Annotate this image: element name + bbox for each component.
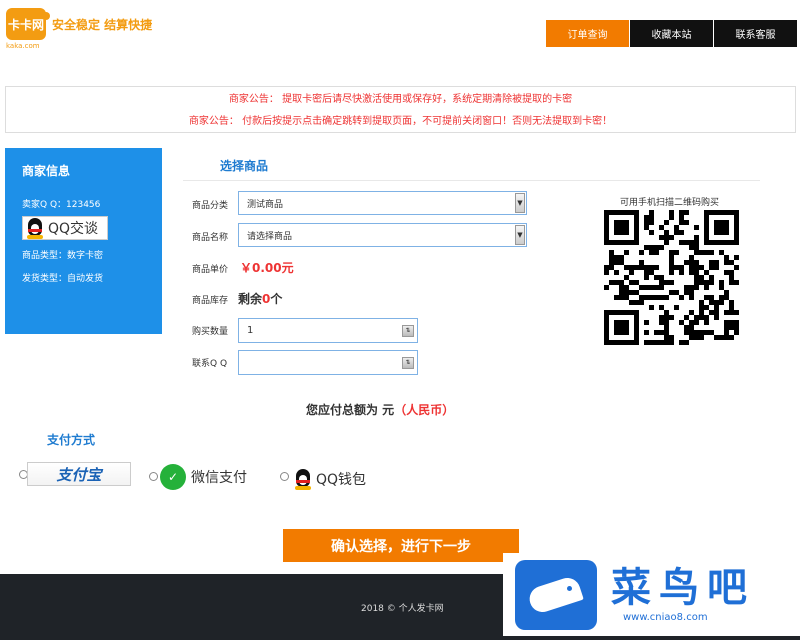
stock-label: 商品库存 bbox=[192, 296, 229, 306]
watermark-url: www.cniao8.com bbox=[623, 612, 708, 623]
qqwallet-label: QQ钱包 bbox=[316, 472, 367, 488]
product-name-select[interactable]: 请选择商品 ▼ bbox=[238, 223, 527, 247]
delivery-type: 发货类型：自动发货 bbox=[22, 274, 104, 284]
confirm-next-button[interactable]: 确认选择，进行下一步 bbox=[283, 529, 519, 562]
qq-wallet-option[interactable]: QQ钱包 bbox=[292, 468, 366, 490]
stock-value: 剩余0个 bbox=[238, 290, 282, 307]
total-prefix: 您应付总额为 元 bbox=[306, 403, 395, 417]
notice-line-2: 商家公告： 付款后按提示点击确定跳转到提取页面，不可提前关闭窗口！否则无法提取到… bbox=[188, 116, 613, 127]
qq-chat-button[interactable]: QQ交谈 bbox=[22, 216, 108, 240]
chevron-down-icon: ▼ bbox=[515, 225, 525, 245]
qr-caption: 可用手机扫描二维码购买 bbox=[620, 198, 720, 208]
quantity-input[interactable]: 1 ⇅ bbox=[238, 318, 418, 343]
total-currency: （人民币） bbox=[394, 403, 455, 417]
qq-penguin-icon bbox=[292, 468, 314, 490]
section-divider bbox=[183, 180, 760, 181]
quantity-value: 1 bbox=[247, 325, 254, 336]
top-nav: 订单查询 收藏本站 联系客服 bbox=[546, 20, 797, 47]
product-type: 商品类型：数字卡密 bbox=[22, 251, 104, 261]
nav-bookmark-button[interactable]: 收藏本站 bbox=[630, 20, 713, 47]
stepper-icon[interactable]: ⇅ bbox=[402, 356, 414, 369]
unit-price-value: ￥0.00元 bbox=[240, 261, 294, 275]
quantity-label: 购买数量 bbox=[192, 327, 229, 337]
contact-qq-label: 联系Q Q bbox=[192, 359, 228, 369]
logo-slogan: 安全稳定 结算快捷 bbox=[52, 17, 153, 32]
watermark-name: 菜鸟吧 bbox=[611, 564, 755, 611]
wechat-label: 微信支付 bbox=[191, 470, 247, 486]
qr-code-icon bbox=[604, 210, 739, 345]
footer-copyright: 2018 © 个人发卡网 bbox=[361, 604, 444, 614]
notice-line-1: 商家公告： 提取卡密后请尽快激活使用或保存好，系统定期清除被提取的卡密 bbox=[228, 94, 573, 105]
wechat-radio[interactable] bbox=[149, 472, 158, 481]
alipay-logo[interactable]: 支付宝 bbox=[27, 462, 131, 486]
product-name-label: 商品名称 bbox=[192, 233, 229, 243]
logo-mark: 卡卡网 bbox=[6, 8, 50, 40]
stepper-icon[interactable]: ⇅ bbox=[402, 324, 414, 337]
payment-method-title: 支付方式 bbox=[47, 433, 96, 447]
category-label: 商品分类 bbox=[192, 201, 229, 211]
seller-qq: 卖家Q Q：123456 bbox=[22, 200, 101, 210]
stock-suffix: 个 bbox=[270, 292, 283, 306]
wechat-icon: ✓ bbox=[160, 464, 186, 490]
product-name-value: 请选择商品 bbox=[247, 231, 293, 242]
qqwallet-radio[interactable] bbox=[280, 472, 289, 481]
select-product-title: 选择商品 bbox=[220, 159, 269, 173]
logo-sub: kaka.com bbox=[6, 42, 40, 50]
contact-qq-input[interactable]: ⇅ bbox=[238, 350, 418, 375]
unit-price-label: 商品单价 bbox=[192, 265, 229, 275]
bird-logo-icon bbox=[515, 559, 597, 630]
category-value: 测试商品 bbox=[247, 199, 284, 210]
category-select[interactable]: 测试商品 ▼ bbox=[238, 191, 527, 215]
merchant-info-panel: 商家信息 卖家Q Q：123456 QQ交谈 商品类型：数字卡密 发货类型：自动… bbox=[5, 148, 162, 334]
stock-prefix: 剩余 bbox=[238, 292, 263, 306]
nav-contact-service-button[interactable]: 联系客服 bbox=[714, 20, 797, 47]
nav-order-query-button[interactable]: 订单查询 bbox=[546, 20, 629, 47]
watermark: 菜鸟吧 www.cniao8.com bbox=[503, 553, 800, 636]
qq-chat-label: QQ交谈 bbox=[48, 221, 99, 237]
wechat-pay-option[interactable]: ✓ 微信支付 bbox=[160, 464, 247, 490]
chevron-down-icon: ▼ bbox=[515, 193, 525, 213]
merchant-title: 商家信息 bbox=[22, 164, 71, 178]
total-amount: 您应付总额为 元（人民币） bbox=[306, 401, 454, 418]
site-logo[interactable]: 卡卡网 安全稳定 结算快捷 kaka.com bbox=[6, 8, 153, 50]
qq-penguin-icon bbox=[24, 217, 46, 239]
merchant-notice: 商家公告： 提取卡密后请尽快激活使用或保存好，系统定期清除被提取的卡密 商家公告… bbox=[5, 86, 796, 133]
